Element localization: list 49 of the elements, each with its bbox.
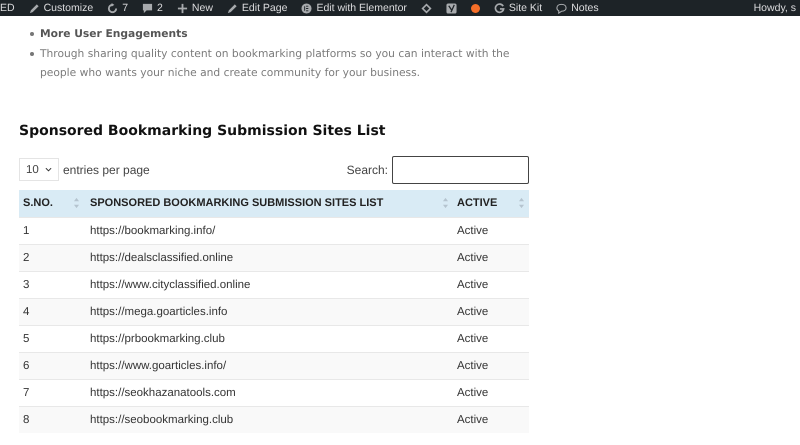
- admin-menu-item[interactable]: Edit Page: [226, 2, 288, 14]
- table-cell: 4: [19, 298, 84, 325]
- table-cell: Active: [453, 352, 529, 379]
- entries-select[interactable]: 10: [19, 158, 59, 181]
- g-logo-icon: [494, 2, 505, 14]
- bullet-icon: [30, 52, 34, 56]
- admin-menu-item[interactable]: Site Kit: [494, 2, 542, 14]
- pencil-icon: [226, 2, 238, 14]
- table-cell: https://mega.goarticles.info: [84, 298, 453, 325]
- elementor-icon: [301, 2, 312, 14]
- admin-menu-item[interactable]: Edit with Elementor: [301, 2, 407, 14]
- column-header[interactable]: SPONSORED BOOKMARKING SUBMISSION SITES LIST: [84, 190, 453, 217]
- admin-menu-item[interactable]: Notes: [556, 2, 599, 14]
- admin-menu-item[interactable]: Customize: [28, 2, 94, 14]
- admin-menu-item[interactable]: New: [176, 2, 213, 14]
- list-item: More User Engagements: [40, 26, 188, 42]
- section-heading: Sponsored Bookmarking Submission Sites List: [19, 122, 386, 138]
- plus-icon: [176, 2, 188, 14]
- table-cell: https://www.goarticles.info/: [84, 352, 453, 379]
- column-header[interactable]: S.NO.: [19, 190, 84, 217]
- table-cell: 8: [19, 406, 84, 432]
- status-dot-icon[interactable]: [470, 4, 480, 12]
- comment-icon: [142, 2, 154, 14]
- chevron-icon: [45, 167, 52, 172]
- table-cell: 2: [19, 244, 84, 271]
- diamond-icon[interactable]: [420, 2, 432, 14]
- sort-icon: [518, 197, 525, 209]
- table-cell: 6: [19, 352, 84, 379]
- table-cell: https://seobookmarking.club: [84, 406, 453, 432]
- y-logo-icon[interactable]: [446, 2, 457, 14]
- admin-menu-item[interactable]: 2: [142, 2, 163, 14]
- entries-label: entries per page: [63, 162, 150, 176]
- column-header[interactable]: ACTIVE: [453, 190, 529, 217]
- greeting-menu[interactable]: Howdy, s: [754, 2, 796, 14]
- pencil-icon: [28, 2, 40, 14]
- search-field[interactable]: [392, 156, 529, 184]
- table-cell: Active: [453, 406, 529, 432]
- admin-menu-item[interactable]: ED: [0, 2, 15, 14]
- table-cell: Active: [453, 244, 529, 271]
- refresh-icon: [107, 2, 118, 14]
- admin-menu-item[interactable]: 7: [107, 2, 128, 14]
- speech-bubble-icon: [556, 2, 568, 14]
- table-cell: https://dealsclassified.online: [84, 244, 453, 271]
- list-item: Through sharing quality content on bookmarking platforms so you can interact with the people who wants your niche and create community for your business.: [40, 46, 510, 81]
- search-label: Search:: [346, 162, 388, 176]
- sort-icon: [73, 197, 80, 209]
- bullet-icon: [30, 32, 34, 36]
- table-cell: Active: [453, 298, 529, 325]
- sort-icon: [442, 197, 449, 209]
